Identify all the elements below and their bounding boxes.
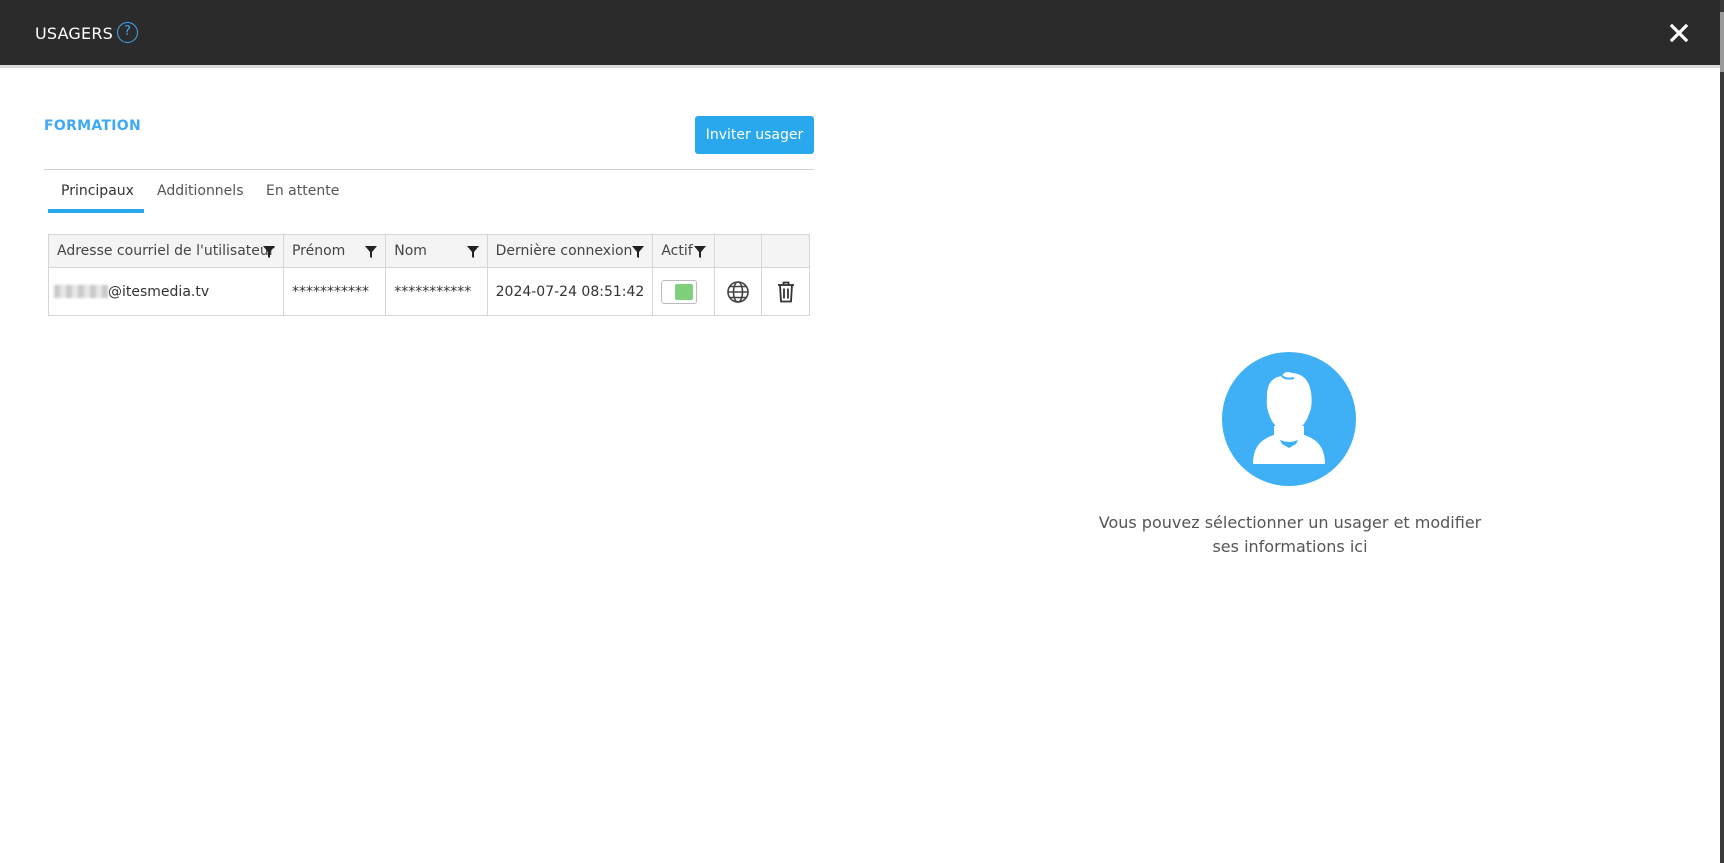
- cell-last-login[interactable]: 2024-07-24 08:51:42: [486, 267, 654, 316]
- cell-active: [652, 267, 715, 316]
- dialog-titlebar: USAGERS ?: [0, 0, 1720, 68]
- column-label: Actif: [661, 243, 693, 259]
- tab-principaux[interactable]: Principaux: [61, 183, 134, 199]
- active-tab-indicator: [48, 209, 144, 213]
- filter-icon[interactable]: [632, 246, 645, 258]
- trash-icon[interactable]: [777, 281, 795, 303]
- filter-icon[interactable]: [466, 246, 479, 258]
- cell-first-name[interactable]: ***********: [282, 267, 387, 316]
- cell-last-name[interactable]: ***********: [385, 267, 488, 316]
- message-line-2: ses informations ici: [1212, 537, 1368, 556]
- active-toggle[interactable]: [661, 279, 698, 304]
- invite-user-button[interactable]: Inviter usager: [695, 116, 814, 154]
- cell-delete: [761, 267, 810, 316]
- column-first-name[interactable]: Prénom: [282, 234, 387, 268]
- tab-en-attente[interactable]: En attente: [266, 183, 339, 199]
- filter-icon[interactable]: [365, 246, 378, 258]
- filter-icon[interactable]: [262, 246, 275, 258]
- empty-selection-message: Vous pouvez sélectionner un usager et mo…: [1090, 511, 1490, 559]
- scrollbar-track[interactable]: [1720, 0, 1724, 863]
- column-language: [713, 234, 763, 268]
- cell-email[interactable]: @itesmedia.tv: [48, 267, 284, 316]
- user-silhouette: [1253, 372, 1325, 464]
- dialog-title: USAGERS: [35, 24, 114, 43]
- close-icon[interactable]: [1664, 18, 1694, 48]
- column-label: Adresse courriel de l'utilisateur: [57, 243, 275, 259]
- column-label: Dernière connexion: [495, 243, 633, 259]
- message-line-1: Vous pouvez sélectionner un usager et mo…: [1098, 513, 1482, 532]
- column-email[interactable]: Adresse courriel de l'utilisateur: [48, 234, 284, 268]
- globe-icon[interactable]: [726, 280, 750, 304]
- email-domain: @itesmedia.tv: [108, 283, 210, 300]
- column-delete: [761, 234, 810, 268]
- column-label: Prénom: [291, 243, 346, 259]
- column-active[interactable]: Actif: [652, 234, 715, 268]
- column-last-name[interactable]: Nom: [385, 234, 488, 268]
- filter-icon[interactable]: [693, 246, 706, 258]
- table-row[interactable]: @itesmedia.tv *********** *********** 20…: [48, 267, 810, 316]
- active-toggle-knob: [675, 283, 694, 300]
- column-label: Nom: [394, 243, 427, 259]
- help-icon[interactable]: ?: [117, 22, 138, 43]
- tab-additionnels[interactable]: Additionnels: [157, 183, 243, 199]
- scrollbar-thumb[interactable]: [1720, 12, 1724, 72]
- user-avatar-icon: [1222, 352, 1356, 486]
- redacted-email-user: [54, 285, 108, 298]
- users-table: Adresse courriel de l'utilisateur Prénom…: [48, 234, 810, 316]
- column-last-login[interactable]: Dernière connexion: [486, 234, 654, 268]
- users-dialog: USAGERS ? FORMATION Inviter usager Princ…: [0, 0, 1720, 863]
- cell-language: [713, 267, 763, 316]
- table-header-row: Adresse courriel de l'utilisateur Prénom…: [48, 234, 810, 268]
- section-title: FORMATION: [44, 118, 142, 134]
- section-divider: [44, 169, 814, 170]
